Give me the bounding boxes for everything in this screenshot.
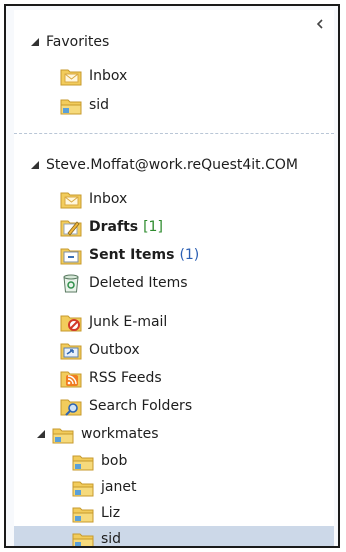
folder-label: Deleted Items [89, 275, 188, 291]
folder-item-search-folders[interactable]: Search Folders [60, 393, 334, 419]
folder-label: Drafts [89, 219, 139, 235]
favorites-item-sid[interactable]: sid [60, 92, 334, 118]
folder-item-junk-email[interactable]: Junk E-mail [60, 309, 334, 335]
folder-label: workmates [81, 426, 159, 442]
folder-label: bob [101, 453, 128, 469]
outbox-icon [60, 340, 82, 360]
folder-label: sid [101, 531, 122, 547]
folder-item-outbox[interactable]: Outbox [60, 337, 334, 363]
rss-feeds-icon [60, 368, 82, 388]
folder-pane: Favorites Inbox sid Steve.Moffat@work.re… [14, 10, 334, 546]
folder-icon [60, 95, 82, 115]
folder-label: Liz [101, 505, 121, 521]
folder-item-rss-feeds[interactable]: RSS Feeds [60, 365, 334, 391]
account-header-label: Steve.Moffat@work.reQuest4it.COM [46, 157, 298, 173]
inbox-icon [60, 189, 82, 209]
folder-item-liz[interactable]: Liz [72, 500, 334, 526]
junk-email-icon [60, 312, 82, 332]
folder-label: janet [101, 479, 137, 495]
folder-label: Junk E-mail [89, 314, 168, 330]
deleted-items-icon [60, 273, 82, 293]
expanded-triangle-icon[interactable] [30, 160, 40, 170]
folder-item-drafts[interactable]: Drafts [1] [60, 214, 334, 240]
folder-label: Search Folders [89, 398, 193, 414]
drafts-icon [60, 217, 82, 237]
search-folders-icon [60, 396, 82, 416]
folder-icon [72, 503, 94, 523]
section-divider [14, 133, 334, 134]
folder-item-sid-selected[interactable]: sid [14, 526, 334, 547]
navigation-pane-frame: Favorites Inbox sid Steve.Moffat@work.re… [4, 4, 340, 548]
favorites-header-label: Favorites [46, 34, 110, 50]
folder-label: RSS Feeds [89, 370, 162, 386]
unread-count: (1) [179, 247, 200, 263]
favorites-header[interactable]: Favorites [30, 29, 334, 55]
expanded-triangle-icon[interactable] [36, 429, 46, 439]
folder-icon [72, 477, 94, 497]
folder-label: Outbox [89, 342, 140, 358]
inbox-icon [60, 66, 82, 86]
folder-icon [52, 424, 74, 444]
folder-item-deleted-items[interactable]: Deleted Items [60, 270, 334, 296]
folder-item-bob[interactable]: bob [72, 448, 334, 474]
folder-item-inbox[interactable]: Inbox [60, 186, 334, 212]
folder-item-sent-items[interactable]: Sent Items (1) [60, 242, 334, 268]
favorites-item-label: Inbox [89, 68, 128, 84]
favorites-item-inbox[interactable]: Inbox [60, 63, 334, 89]
expanded-triangle-icon[interactable] [30, 37, 40, 47]
folder-label: Sent Items [89, 247, 175, 263]
folder-item-workmates[interactable]: workmates [36, 421, 334, 447]
account-header[interactable]: Steve.Moffat@work.reQuest4it.COM [30, 152, 334, 178]
folder-icon [72, 529, 94, 546]
unread-count: [1] [143, 219, 163, 235]
sent-items-icon [60, 245, 82, 265]
favorites-item-label: sid [89, 97, 110, 113]
folder-item-janet[interactable]: janet [72, 474, 334, 500]
folder-label: Inbox [89, 191, 128, 207]
folder-icon [72, 451, 94, 471]
